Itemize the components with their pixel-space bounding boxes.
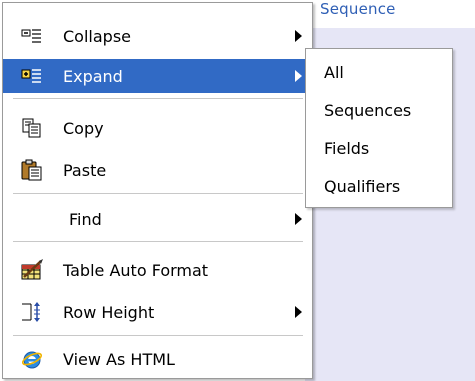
row-height-icon — [20, 301, 44, 323]
submenu-arrow-icon — [295, 213, 302, 225]
collapse-icon — [21, 27, 43, 45]
menu-item-view-as-html[interactable]: View As HTML — [3, 342, 312, 376]
menu-item-label: Row Height — [63, 302, 155, 322]
expand-submenu: All Sequences Fields Qualifiers — [305, 48, 453, 208]
menu-separator — [13, 241, 303, 242]
menu-item-label: Copy — [63, 118, 104, 138]
menu-item-paste[interactable]: Paste — [3, 153, 312, 187]
submenu-item-qualifiers[interactable]: Qualifiers — [306, 167, 452, 205]
menu-item-row-height[interactable]: Row Height — [3, 295, 312, 329]
internet-explorer-icon — [21, 348, 43, 370]
submenu-item-sequences[interactable]: Sequences — [306, 91, 452, 129]
menu-separator — [13, 335, 303, 336]
menu-item-label: Paste — [63, 160, 107, 180]
submenu-item-all[interactable]: All — [306, 53, 452, 91]
menu-item-label: View As HTML — [63, 349, 175, 369]
paste-icon — [21, 159, 43, 181]
menu-item-label: Find — [69, 209, 102, 229]
submenu-arrow-icon — [295, 306, 302, 318]
submenu-arrow-icon — [295, 70, 302, 82]
menu-separator — [13, 193, 303, 194]
copy-icon — [21, 118, 43, 138]
menu-item-find[interactable]: Find — [3, 202, 312, 236]
menu-item-table-auto-format[interactable]: Table Auto Format — [3, 253, 312, 287]
menu-separator — [13, 98, 303, 99]
background-sequence-header: Sequence — [320, 0, 396, 18]
expand-icon — [21, 67, 43, 85]
context-menu: Collapse Expand Copy Paste Find Table Au… — [2, 2, 313, 379]
menu-item-label: Collapse — [63, 26, 131, 46]
menu-item-label: Expand — [63, 66, 123, 86]
menu-item-label: Table Auto Format — [63, 260, 209, 280]
submenu-item-fields[interactable]: Fields — [306, 129, 452, 167]
menu-item-collapse[interactable]: Collapse — [3, 19, 312, 53]
menu-item-copy[interactable]: Copy — [3, 111, 312, 145]
table-auto-format-icon — [20, 259, 44, 281]
submenu-arrow-icon — [295, 30, 302, 42]
menu-item-expand[interactable]: Expand — [3, 59, 312, 93]
